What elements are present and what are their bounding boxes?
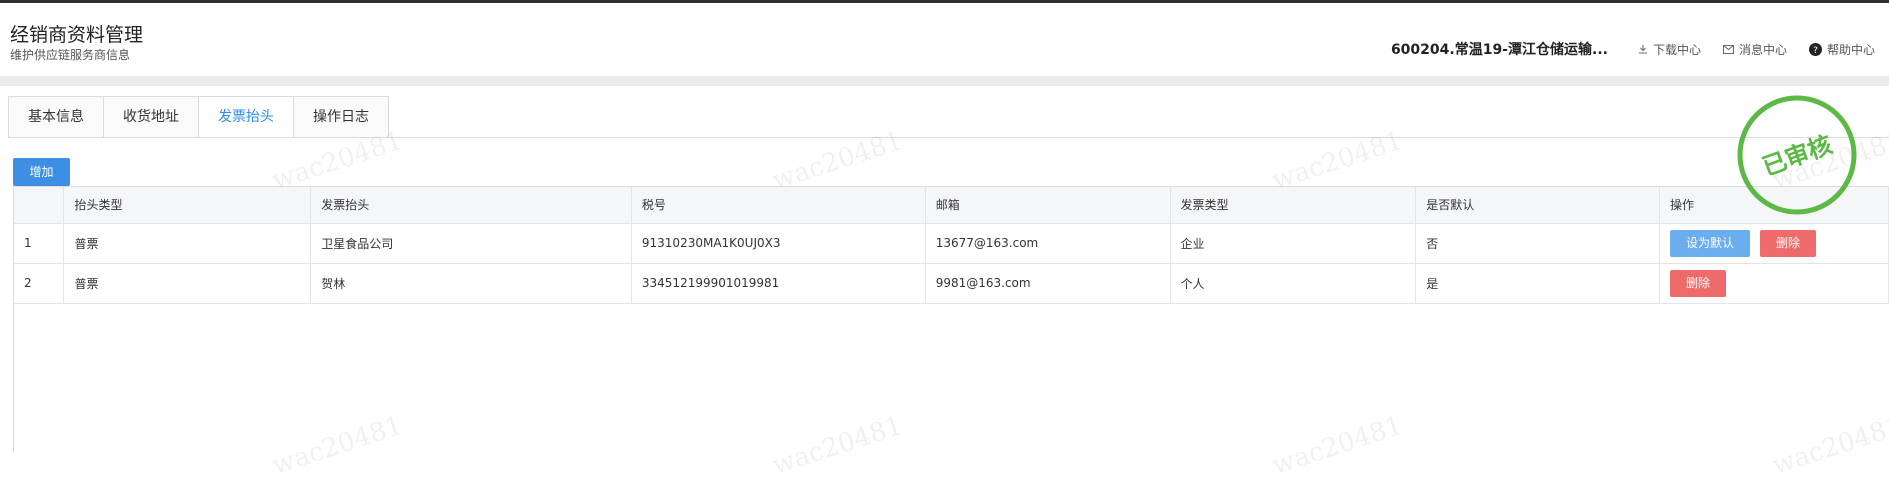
table-header-row: 抬头类型 发票抬头 税号 邮箱 发票类型 是否默认 操作 [14, 187, 1889, 224]
row-index: 2 [14, 263, 65, 304]
invoice-table: 抬头类型 发票抬头 税号 邮箱 发票类型 是否默认 操作 1 普票 卫星食品公司… [14, 187, 1889, 304]
header-index [14, 187, 65, 224]
set-default-button[interactable]: 设为默认 [1670, 229, 1751, 257]
header-title-type: 抬头类型 [63, 187, 312, 224]
header-invoice-title: 发票抬头 [310, 187, 632, 224]
row-email: 13677@163.com [925, 223, 1171, 264]
header-actions: 操作 [1659, 187, 1889, 224]
download-center-link[interactable]: 下载中心 [1638, 41, 1701, 58]
header-separator [0, 76, 1889, 86]
table-row: 1 普票 卫星食品公司 91310230MA1K0UJ0X3 13677@163… [14, 223, 1889, 264]
tab-bar: 基本信息 收货地址 发票抬头 操作日志 [8, 96, 389, 138]
row-tax-number: 91310230MA1K0UJ0X3 [631, 223, 926, 264]
row-tax-number: 334512199901019981 [631, 263, 926, 304]
tab-invoice-title[interactable]: 发票抬头 [198, 96, 293, 138]
help-center-label: 帮助中心 [1826, 42, 1875, 57]
row-actions: 删除 [1659, 263, 1889, 304]
row-invoice-type: 企业 [1170, 223, 1417, 264]
row-index: 1 [14, 223, 65, 264]
tab-underline [8, 137, 1889, 138]
header-tax-number: 税号 [631, 187, 926, 224]
row-invoice-title: 贺林 [310, 263, 632, 304]
page-header: 经销商资料管理 维护供应链服务商信息 600204.常温19-潭江仓储运输...… [0, 3, 1889, 76]
row-email: 9981@163.com [925, 263, 1171, 304]
delete-button[interactable]: 删除 [1760, 229, 1817, 257]
svg-text:?: ? [1813, 46, 1818, 56]
row-is-default: 否 [1415, 223, 1661, 264]
mail-icon [1722, 44, 1734, 54]
row-invoice-type: 个人 [1170, 263, 1417, 304]
invoice-table-container: 抬头类型 发票抬头 税号 邮箱 发票类型 是否默认 操作 1 普票 卫星食品公司… [13, 186, 1889, 453]
delete-button[interactable]: 删除 [1670, 269, 1727, 297]
message-center-link[interactable]: 消息中心 [1722, 41, 1787, 58]
header-invoice-type: 发票类型 [1170, 187, 1417, 224]
header-email: 邮箱 [925, 187, 1171, 224]
row-title-type: 普票 [63, 223, 312, 264]
add-button[interactable]: 增加 [13, 158, 70, 186]
header-is-default: 是否默认 [1415, 187, 1661, 224]
page-title: 经销商资料管理 [10, 24, 144, 46]
main-content: 基本信息 收货地址 发票抬头 操作日志 增加 抬头类型 发票抬头 税号 邮箱 发… [0, 86, 1889, 481]
row-actions: 设为默认 删除 [1659, 223, 1889, 264]
help-center-link[interactable]: ? 帮助中心 [1808, 41, 1875, 58]
download-icon [1638, 45, 1647, 54]
tab-operation-log[interactable]: 操作日志 [293, 96, 389, 138]
table-row: 2 普票 贺林 334512199901019981 9981@163.com … [14, 263, 1889, 304]
message-center-label: 消息中心 [1738, 42, 1787, 57]
tab-basic-info[interactable]: 基本信息 [8, 96, 103, 138]
header-actions: 600204.常温19-潭江仓储运输... 下载中心 消息中心 ? 帮助中心 [1391, 39, 1875, 59]
row-is-default: 是 [1415, 263, 1661, 304]
download-center-label: 下载中心 [1652, 42, 1701, 57]
page-subtitle: 维护供应链服务商信息 [10, 48, 131, 62]
row-invoice-title: 卫星食品公司 [310, 223, 632, 264]
row-title-type: 普票 [63, 263, 312, 304]
tab-shipping-address[interactable]: 收货地址 [103, 96, 198, 138]
company-selector[interactable]: 600204.常温19-潭江仓储运输... [1391, 39, 1608, 59]
help-icon: ? [1808, 42, 1822, 56]
